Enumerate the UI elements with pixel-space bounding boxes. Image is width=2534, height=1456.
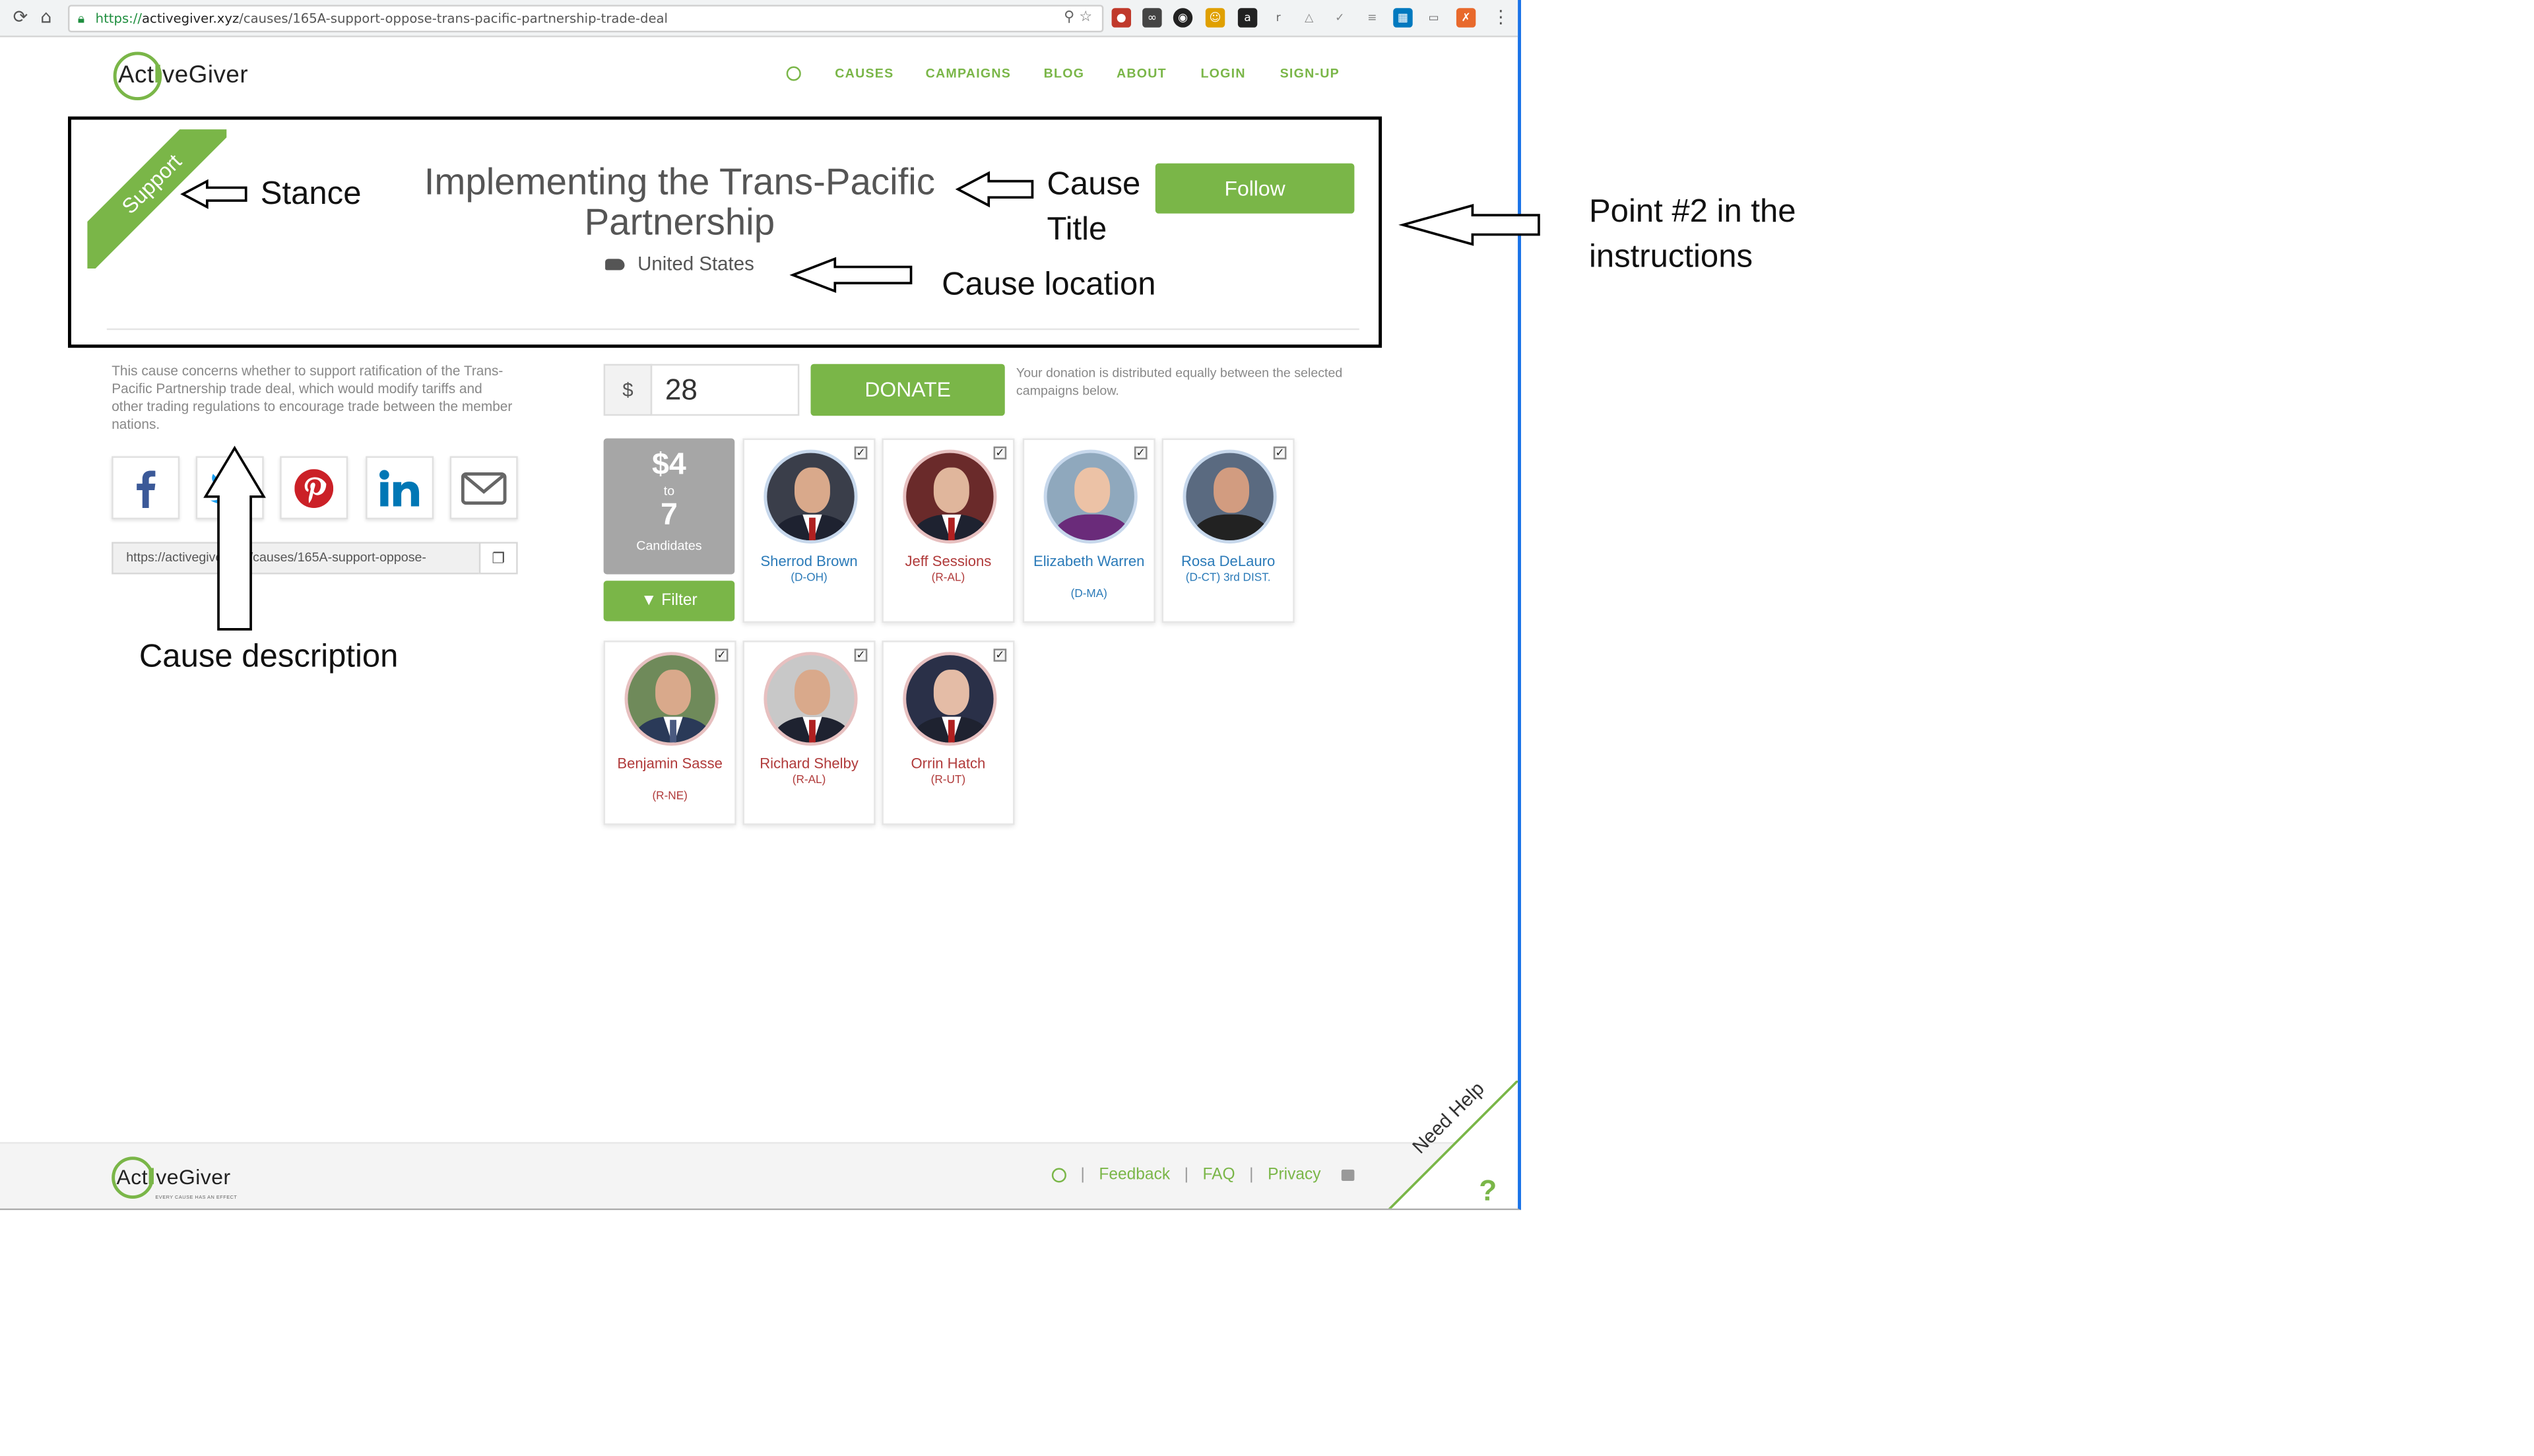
title-arrow-icon bbox=[955, 171, 1034, 208]
annotation-cause-description: Cause description bbox=[139, 639, 399, 675]
annotation-cause-title-2: Title bbox=[1047, 212, 1107, 248]
annotation-cause-title-1: Cause bbox=[1047, 166, 1141, 203]
annotation-cause-location: Cause location bbox=[942, 267, 1156, 303]
annotation-arrows bbox=[180, 171, 1540, 631]
annotation-point-line-1: Point #2 in the bbox=[1588, 194, 1796, 230]
point-arrow-icon bbox=[1398, 203, 1540, 246]
annotation-point-line-2: instructions bbox=[1588, 239, 1753, 275]
screenshot-canvas: ⟳ ⌂ 🔒︎ https://activegiver.xyz/causes/16… bbox=[0, 0, 2534, 1456]
description-arrow-icon bbox=[203, 445, 266, 631]
location-arrow-icon bbox=[789, 257, 913, 294]
annotation-stance: Stance bbox=[260, 176, 362, 212]
stance-arrow-icon bbox=[180, 179, 247, 209]
